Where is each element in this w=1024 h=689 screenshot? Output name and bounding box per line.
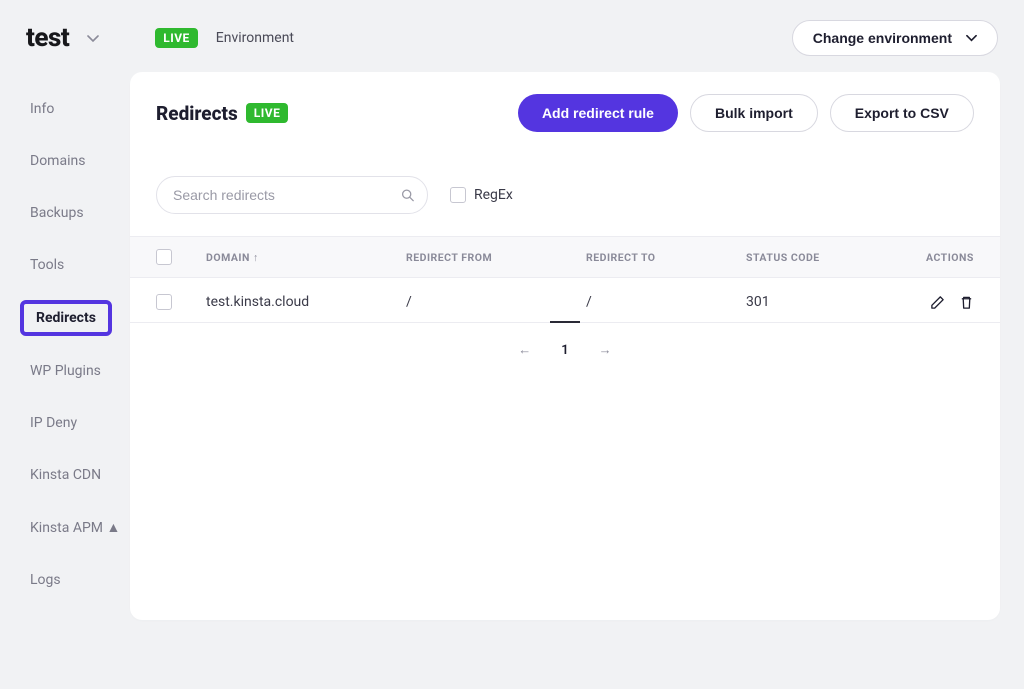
pagination: ← 1 → xyxy=(130,324,1000,376)
delete-icon[interactable] xyxy=(959,295,974,310)
th-redirect-to: REDIRECT TO xyxy=(586,251,746,264)
chevron-down-icon xyxy=(966,34,977,42)
search-input[interactable] xyxy=(156,176,428,214)
regex-checkbox[interactable] xyxy=(450,187,466,203)
cell-domain: test.kinsta.cloud xyxy=(206,294,406,310)
sidebar-item-info[interactable]: Info xyxy=(20,92,64,126)
sidebar: Info Domains Backups Tools Redirects WP … xyxy=(0,72,130,615)
cell-status-code: 301 xyxy=(746,294,926,310)
env-badge: LIVE xyxy=(155,28,198,48)
bulk-import-button[interactable]: Bulk import xyxy=(690,94,818,132)
cell-redirect-from: / xyxy=(406,294,586,310)
search-icon xyxy=(401,189,414,202)
page-title: Redirects LIVE xyxy=(156,102,288,125)
row-accent xyxy=(550,321,580,323)
sidebar-item-wp-plugins[interactable]: WP Plugins xyxy=(20,354,111,388)
sidebar-item-kinsta-cdn[interactable]: Kinsta CDN xyxy=(20,458,111,492)
sidebar-item-backups[interactable]: Backups xyxy=(20,196,94,230)
pager-next[interactable]: → xyxy=(599,342,612,358)
pager-prev[interactable]: ← xyxy=(518,342,531,358)
th-domain[interactable]: DOMAIN ↑ xyxy=(206,251,406,264)
th-redirect-from: REDIRECT FROM xyxy=(406,251,586,264)
th-status-code: STATUS CODE xyxy=(746,251,926,264)
export-csv-button[interactable]: Export to CSV xyxy=(830,94,974,132)
page-title-text: Redirects xyxy=(156,102,238,125)
table-row: test.kinsta.cloud / / 301 xyxy=(130,278,1000,323)
env-label: Environment xyxy=(216,30,294,46)
sidebar-item-ip-deny[interactable]: IP Deny xyxy=(20,406,87,440)
sidebar-item-domains[interactable]: Domains xyxy=(20,144,95,178)
change-environment-button[interactable]: Change environment xyxy=(792,20,998,56)
th-actions: ACTIONS xyxy=(926,251,974,264)
site-name: test xyxy=(26,23,69,53)
row-checkbox[interactable] xyxy=(156,294,172,310)
table-header: DOMAIN ↑ REDIRECT FROM REDIRECT TO STATU… xyxy=(130,236,1000,278)
sidebar-item-kinsta-apm[interactable]: Kinsta APM ▲ xyxy=(20,510,130,545)
chevron-down-icon[interactable] xyxy=(87,34,99,43)
content-panel: Redirects LIVE Add redirect rule Bulk im… xyxy=(130,72,1000,620)
add-redirect-rule-button[interactable]: Add redirect rule xyxy=(518,94,678,132)
edit-icon[interactable] xyxy=(930,295,945,310)
cell-redirect-to: / xyxy=(586,294,746,310)
pager-current: 1 xyxy=(561,343,568,358)
sidebar-item-tools[interactable]: Tools xyxy=(20,248,74,282)
regex-label: RegEx xyxy=(474,187,513,203)
select-all-checkbox[interactable] xyxy=(156,249,172,265)
sidebar-item-logs[interactable]: Logs xyxy=(20,563,71,597)
sidebar-item-redirects[interactable]: Redirects xyxy=(20,300,112,336)
page-title-badge: LIVE xyxy=(246,103,289,123)
change-env-label: Change environment xyxy=(813,30,952,46)
